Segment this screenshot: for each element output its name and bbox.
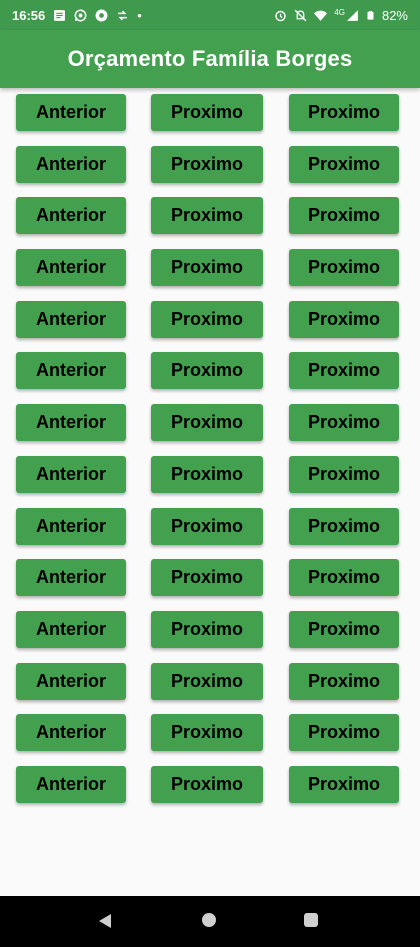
anterior-button[interactable]: Anterior bbox=[16, 249, 126, 287]
status-left: 16:56 • bbox=[12, 8, 142, 23]
battery-icon bbox=[367, 10, 374, 20]
status-right: 4G 82% bbox=[274, 8, 408, 23]
button-row: Anterior Proximo Proximo bbox=[0, 610, 420, 663]
navigation-bar bbox=[0, 896, 420, 947]
proximo-button[interactable]: Proximo bbox=[289, 352, 399, 390]
proximo-button[interactable]: Proximo bbox=[151, 94, 263, 131]
proximo-button[interactable]: Proximo bbox=[289, 662, 399, 700]
mute-icon bbox=[294, 9, 307, 21]
proximo-button[interactable]: Proximo bbox=[289, 145, 399, 183]
anterior-button[interactable]: Anterior bbox=[16, 94, 126, 131]
button-row: Anterior Proximo Proximo bbox=[0, 352, 420, 404]
proximo-button[interactable]: Proximo bbox=[151, 404, 263, 442]
anterior-button[interactable]: Anterior bbox=[16, 197, 126, 235]
proximo-button[interactable]: Proximo bbox=[151, 507, 263, 545]
proximo-button[interactable]: Proximo bbox=[289, 507, 399, 545]
network-label: 4G bbox=[334, 7, 345, 17]
button-row: Anterior Proximo Proximo bbox=[0, 559, 420, 611]
wifi-icon bbox=[314, 10, 328, 21]
proximo-button[interactable]: Proximo bbox=[289, 714, 399, 752]
proximo-button[interactable]: Proximo bbox=[151, 559, 263, 597]
sync-icon bbox=[118, 10, 128, 20]
recents-icon[interactable] bbox=[304, 913, 318, 927]
back-icon[interactable] bbox=[98, 913, 112, 929]
status-dot: • bbox=[137, 7, 142, 23]
proximo-button[interactable]: Proximo bbox=[289, 455, 399, 493]
proximo-button[interactable]: Proximo bbox=[151, 662, 263, 700]
proximo-button[interactable]: Proximo bbox=[151, 610, 263, 648]
proximo-button[interactable]: Proximo bbox=[151, 300, 263, 338]
app-title: Orçamento Família Borges bbox=[67, 46, 353, 71]
proximo-button[interactable]: Proximo bbox=[289, 404, 399, 442]
anterior-button[interactable]: Anterior bbox=[16, 610, 126, 648]
proximo-button[interactable]: Proximo bbox=[151, 455, 263, 493]
anterior-button[interactable]: Anterior bbox=[16, 765, 126, 803]
proximo-button[interactable]: Proximo bbox=[151, 714, 263, 752]
anterior-button[interactable]: Anterior bbox=[16, 714, 126, 752]
proximo-button[interactable]: Proximo bbox=[289, 300, 399, 338]
proximo-button[interactable]: Proximo bbox=[151, 249, 263, 287]
4g-signal-icon bbox=[347, 9, 358, 21]
button-row: Anterior Proximo Proximo bbox=[0, 714, 420, 766]
button-row: Anterior Proximo Proximo bbox=[0, 249, 420, 301]
proximo-button[interactable]: Proximo bbox=[151, 352, 263, 390]
anterior-button[interactable]: Anterior bbox=[16, 662, 126, 700]
proximo-button[interactable]: Proximo bbox=[289, 94, 399, 131]
button-row: Anterior Proximo Proximo bbox=[0, 197, 420, 249]
button-row: Anterior Proximo Proximo bbox=[0, 145, 420, 198]
button-row: Anterior Proximo Proximo bbox=[0, 765, 420, 818]
home-icon[interactable] bbox=[202, 913, 216, 927]
proximo-button[interactable]: Proximo bbox=[289, 610, 399, 648]
anterior-button[interactable]: Anterior bbox=[16, 404, 126, 442]
alarm-icon bbox=[275, 10, 287, 21]
anterior-button[interactable]: Anterior bbox=[16, 145, 126, 183]
anterior-button[interactable]: Anterior bbox=[16, 300, 126, 338]
anterior-button[interactable]: Anterior bbox=[16, 455, 126, 493]
proximo-button[interactable]: Proximo bbox=[151, 765, 263, 803]
button-row: Anterior Proximo Proximo bbox=[0, 300, 420, 353]
button-grid: Anterior Proximo Proximo Anterior Proxim… bbox=[0, 94, 420, 818]
button-row: Anterior Proximo Proximo bbox=[0, 404, 420, 456]
button-row: Anterior Proximo Proximo bbox=[0, 662, 420, 715]
anterior-button[interactable]: Anterior bbox=[16, 559, 126, 597]
button-row: Anterior Proximo Proximo bbox=[0, 94, 420, 146]
status-time: 16:56 bbox=[12, 7, 46, 23]
proximo-button[interactable]: Proximo bbox=[151, 197, 263, 235]
proximo-button[interactable]: Proximo bbox=[289, 765, 399, 803]
app-bar: Orçamento Família Borges bbox=[0, 30, 420, 88]
anterior-button[interactable]: Anterior bbox=[16, 507, 126, 545]
whatsapp-icon bbox=[74, 9, 87, 21]
proximo-button[interactable]: Proximo bbox=[151, 145, 263, 183]
anterior-button[interactable]: Anterior bbox=[16, 352, 126, 390]
proximo-button[interactable]: Proximo bbox=[289, 197, 399, 235]
button-row: Anterior Proximo Proximo bbox=[0, 455, 420, 508]
proximo-button[interactable]: Proximo bbox=[289, 249, 399, 287]
button-row: Anterior Proximo Proximo bbox=[0, 507, 420, 560]
notes-icon bbox=[54, 9, 66, 21]
battery-percent: 82% bbox=[381, 7, 408, 23]
status-bar: 16:56 • 4G 82% bbox=[0, 0, 420, 30]
proximo-button[interactable]: Proximo bbox=[289, 559, 399, 597]
chrome-icon bbox=[95, 9, 108, 21]
